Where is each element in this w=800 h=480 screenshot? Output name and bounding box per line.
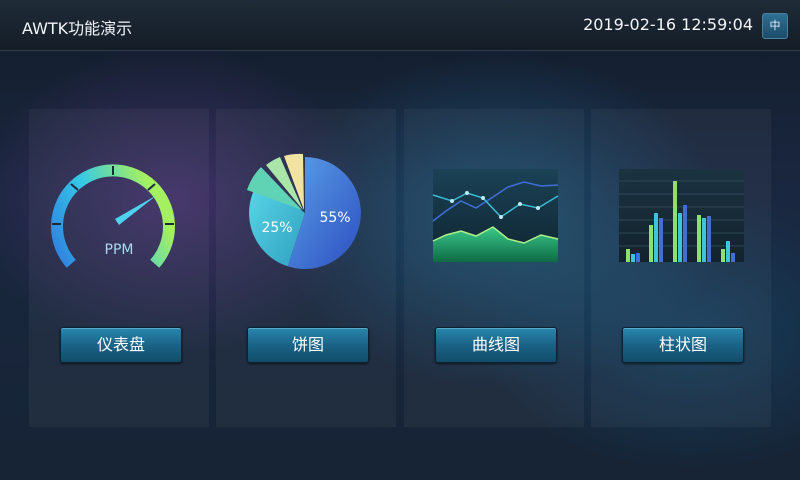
line-chart-icon <box>432 169 559 262</box>
card-bar: 柱状图 <box>591 109 771 427</box>
line-button[interactable]: 曲线图 <box>435 327 557 363</box>
title-bar: AWTK功能演示 2019-02-16 12:59:04 中 <box>0 0 800 51</box>
language-button[interactable]: 中 <box>762 13 788 39</box>
gauge-icon: PPM <box>51 164 175 268</box>
gauge-unit-label: PPM <box>105 242 134 258</box>
pie-label-25: 25% <box>261 220 292 236</box>
pie-button[interactable]: 饼图 <box>247 327 369 363</box>
card-line: 曲线图 <box>404 109 584 427</box>
pie-chart-icon: 55% 25% <box>247 153 361 269</box>
card-gauge: PPM 仪表盘 <box>29 109 209 427</box>
gauge-button[interactable]: 仪表盘 <box>60 327 182 363</box>
card-pie: 55% 25% 饼图 <box>216 109 396 427</box>
pie-label-55: 55% <box>319 210 350 226</box>
bar-chart-icon <box>619 169 744 262</box>
datetime-label: 2019-02-16 12:59:04 <box>583 15 753 34</box>
bar-button[interactable]: 柱状图 <box>622 327 744 363</box>
app-title: AWTK功能演示 <box>22 19 133 38</box>
